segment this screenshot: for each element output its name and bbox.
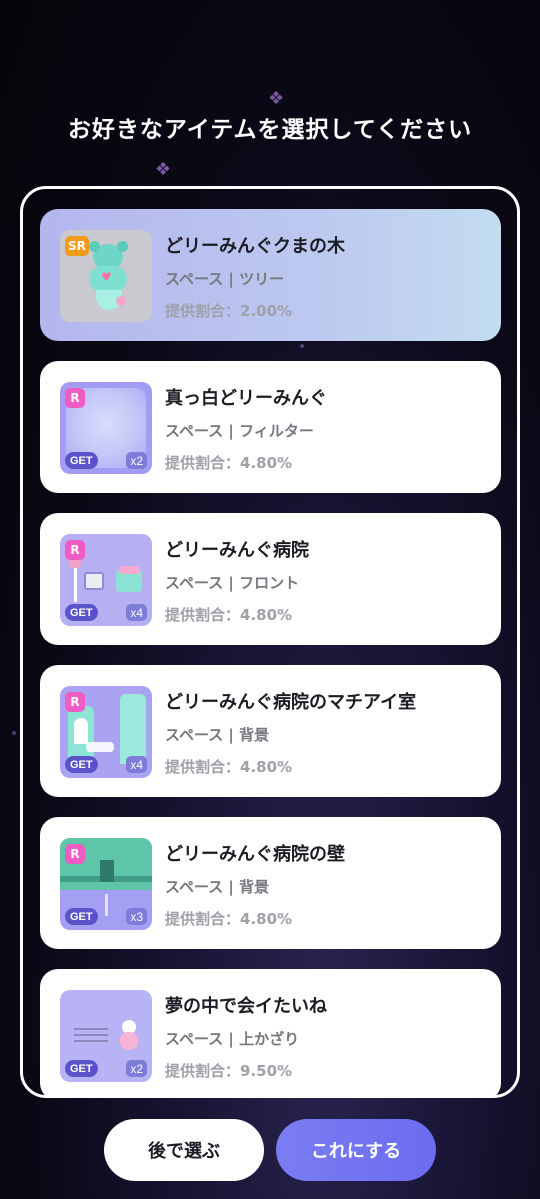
cart-top xyxy=(120,566,140,574)
item-drop-rate: 提供割合：4.80% xyxy=(165,606,293,624)
item-category: スペース | ツリー xyxy=(165,270,285,288)
hospital-floor-line xyxy=(105,894,108,916)
bear-ear xyxy=(89,241,100,252)
item-name: どリーみんぐ病院のマチアイ室 xyxy=(165,692,417,713)
get-badge: GET xyxy=(65,452,98,469)
item-thumbnail: ♥ SR xyxy=(60,230,152,322)
item-thumbnail: R GET x4 xyxy=(60,686,152,778)
hospital-wall-door xyxy=(100,860,114,882)
item-drop-rate: 提供割合：4.80% xyxy=(165,758,293,776)
confirm-button[interactable]: これにする xyxy=(276,1119,436,1181)
monitor-illustration xyxy=(84,572,104,590)
waiting-room-right-wall xyxy=(120,694,146,764)
bear-ear xyxy=(117,241,128,252)
rarity-badge: R xyxy=(65,540,85,560)
item-drop-rate: 提供割合：4.80% xyxy=(165,910,293,928)
item-category: スペース | 上かざり xyxy=(165,1030,300,1048)
item-drop-rate: 提供割合：2.00% xyxy=(165,302,293,320)
item-card[interactable]: R GET x3 どリーみんぐ病院の壁 スペース | 背景 提供割合：4.80% xyxy=(40,817,501,949)
get-badge: GET xyxy=(65,908,98,925)
item-count: x4 xyxy=(126,604,147,621)
item-selection-panel[interactable]: ♥ SR どリーみんぐクまの木 スペース | ツリー 提供割合：2.00% R … xyxy=(20,186,520,1098)
item-name: 夢の中で会イたいね xyxy=(165,996,327,1017)
item-category: スペース | フロント xyxy=(165,574,300,592)
rarity-badge: SR xyxy=(65,236,89,256)
bear-bow xyxy=(116,296,126,306)
choose-later-button[interactable]: 後で選ぶ xyxy=(104,1119,264,1181)
heart-icon: ♥ xyxy=(101,270,112,284)
item-drop-rate: 提供割合：4.80% xyxy=(165,454,293,472)
item-category: スペース | 背景 xyxy=(165,878,270,896)
item-drop-rate: 提供割合：9.50% xyxy=(165,1062,293,1080)
rarity-badge: R xyxy=(65,844,85,864)
item-count: x2 xyxy=(126,452,147,469)
decoration-caption-lines xyxy=(74,1028,108,1044)
sparkle-icon: ❖ xyxy=(268,88,285,109)
background-star xyxy=(12,731,16,735)
item-count: x3 xyxy=(126,908,147,925)
item-thumbnail: R GET x2 xyxy=(60,382,152,474)
item-thumbnail: R GET x4 xyxy=(60,534,152,626)
item-card[interactable]: R GET x4 どリーみんぐ病院 スペース | フロント 提供割合：4.80% xyxy=(40,513,501,645)
rarity-badge: R xyxy=(65,692,85,712)
item-name: どリーみんぐクまの木 xyxy=(165,236,345,257)
item-category: スペース | 背景 xyxy=(165,726,270,744)
page-title: お好きなアイテムを選択してください xyxy=(67,117,473,143)
item-thumbnail: R GET x3 xyxy=(60,838,152,930)
item-category: スペース | フィルター xyxy=(165,422,314,440)
item-thumbnail: GET x2 xyxy=(60,990,152,1082)
item-count: x2 xyxy=(126,1060,147,1077)
waiting-room-bench xyxy=(86,742,114,752)
bunny-body xyxy=(120,1032,138,1050)
item-card[interactable]: GET x2 夢の中で会イたいね スペース | 上かざり 提供割合：9.50% xyxy=(40,969,501,1095)
waiting-room-door xyxy=(74,718,88,744)
item-count: x4 xyxy=(126,756,147,773)
item-card[interactable]: R GET x2 真っ白どリーみんぐ スペース | フィルター 提供割合：4.8… xyxy=(40,361,501,493)
item-list[interactable]: ♥ SR どリーみんぐクまの木 スペース | ツリー 提供割合：2.00% R … xyxy=(40,209,501,1095)
sparkle-icon: ❖ xyxy=(155,159,172,180)
item-name: どリーみんぐ病院 xyxy=(165,540,309,561)
item-card[interactable]: R GET x4 どリーみんぐ病院のマチアイ室 スペース | 背景 提供割合：4… xyxy=(40,665,501,797)
item-name: 真っ白どリーみんぐ xyxy=(165,388,327,409)
get-badge: GET xyxy=(65,604,98,621)
get-badge: GET xyxy=(65,1060,98,1077)
get-badge: GET xyxy=(65,756,98,773)
item-name: どリーみんぐ病院の壁 xyxy=(165,844,345,865)
item-card-selected[interactable]: ♥ SR どリーみんぐクまの木 スペース | ツリー 提供割合：2.00% xyxy=(40,209,501,341)
rarity-badge: R xyxy=(65,388,85,408)
